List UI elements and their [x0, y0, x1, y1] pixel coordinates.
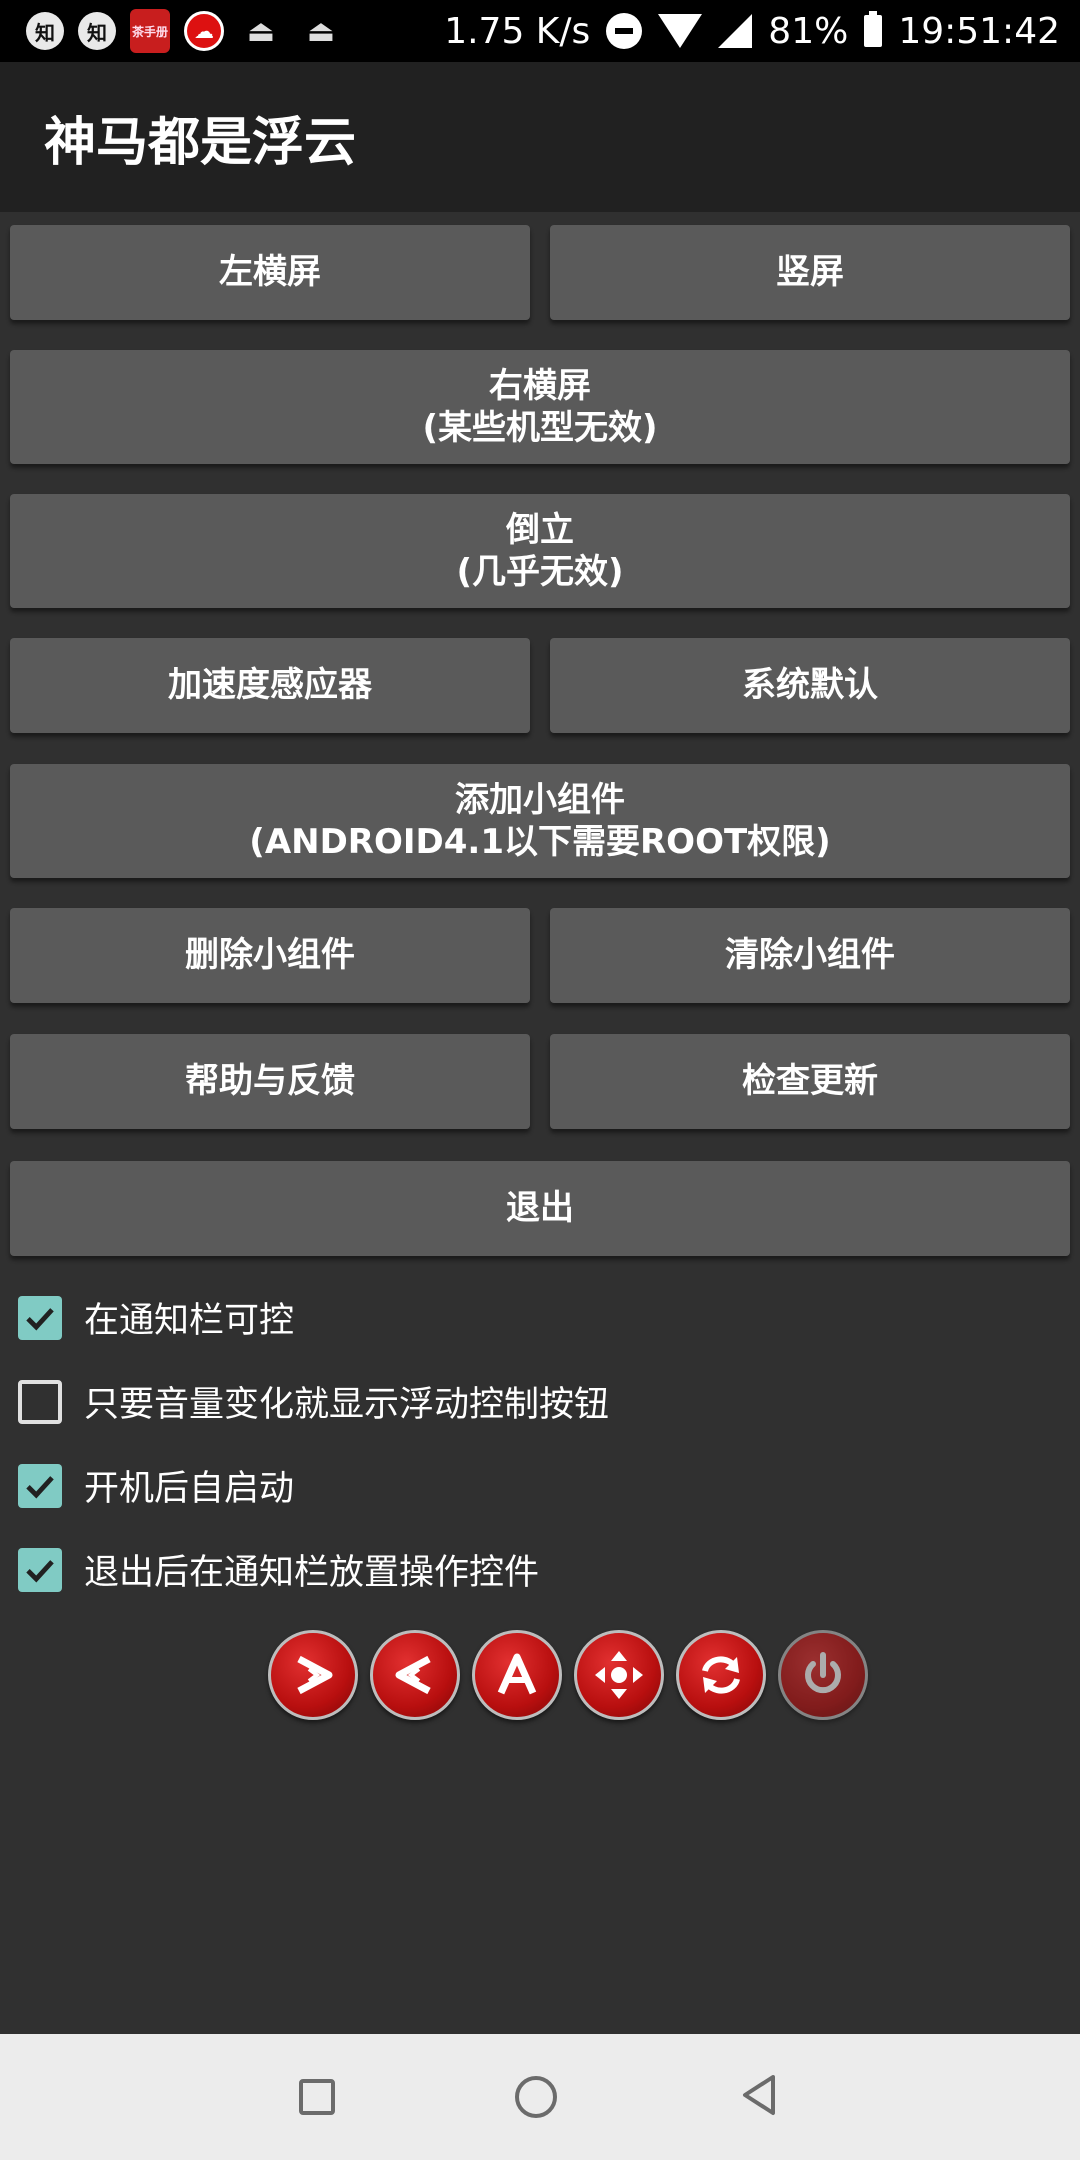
rotate-right-button[interactable]	[370, 1630, 460, 1720]
upload-icon: ⏏	[306, 13, 336, 49]
portrait-button[interactable]: 竖屏	[550, 225, 1070, 320]
battery-icon	[864, 11, 883, 47]
upload-icon: ⏏	[246, 13, 276, 49]
cloud-icon: ☁	[184, 11, 224, 51]
checkbox-label: 退出后在通知栏放置操作控件	[84, 1553, 540, 1593]
checkbox[interactable]	[18, 1463, 62, 1508]
quick-action-row	[268, 1630, 868, 1720]
rotate-left-icon	[297, 1655, 333, 1695]
power-icon	[805, 1652, 841, 1694]
left-landscape-button[interactable]: 左横屏	[10, 225, 530, 320]
checkbox-volume-float[interactable]: 只要音量变化就显示浮动控制按钮	[18, 1376, 609, 1427]
app-bar: 神马都是浮云	[0, 62, 1080, 212]
checkbox-notification-control[interactable]: 在通知栏可控	[18, 1292, 294, 1343]
button-label: 系统默认	[742, 665, 878, 706]
exit-button[interactable]: 退出	[10, 1161, 1070, 1256]
button-label: 删除小组件	[185, 935, 355, 976]
checkbox[interactable]	[18, 1379, 62, 1424]
checkbox-exit-notification[interactable]: 退出后在通知栏放置操作控件	[18, 1544, 539, 1595]
checkbox-label: 只要音量变化就显示浮动控制按钮	[84, 1385, 610, 1425]
notification-icons: 知 知 茶手册 ☁ ⏏ ⏏	[26, 9, 344, 53]
add-widget-button[interactable]: 添加小组件 (ANDROID4.1以下需要ROOT权限)	[10, 764, 1070, 878]
status-bar: 知 知 茶手册 ☁ ⏏ ⏏ 1.75 K/s 81% 19:51:42	[0, 0, 1080, 62]
home-icon[interactable]	[515, 2076, 557, 2118]
auto-rotate-button[interactable]	[472, 1630, 562, 1720]
checkbox-label: 开机后自启动	[84, 1469, 295, 1509]
button-label: 加速度感应器	[168, 665, 372, 706]
delete-widget-button[interactable]: 删除小组件	[10, 908, 530, 1003]
checkmark-icon	[26, 1307, 54, 1330]
app-title: 神马都是浮云	[44, 112, 357, 173]
rotate-right-icon	[395, 1655, 431, 1695]
network-speed: 1.75 K/s	[444, 10, 591, 52]
system-default-button[interactable]: 系统默认	[550, 638, 1070, 733]
power-button[interactable]	[778, 1630, 868, 1720]
zhihu-icon: 知	[78, 12, 116, 50]
zhihu-icon: 知	[26, 12, 64, 50]
button-label: 清除小组件	[725, 935, 895, 976]
clear-widget-button[interactable]: 清除小组件	[550, 908, 1070, 1003]
wifi-icon	[658, 14, 703, 48]
upside-down-button[interactable]: 倒立 (几乎无效)	[10, 494, 1070, 608]
button-label: 竖屏	[776, 252, 844, 293]
button-note: (ANDROID4.1以下需要ROOT权限)	[249, 822, 831, 862]
accelerometer-button[interactable]: 加速度感应器	[10, 638, 530, 733]
button-label: 左横屏	[219, 252, 321, 293]
move-icon	[595, 1651, 643, 1699]
check-update-button[interactable]: 检查更新	[550, 1034, 1070, 1129]
rotate-left-button[interactable]	[268, 1630, 358, 1720]
checkbox-autostart[interactable]: 开机后自启动	[18, 1460, 294, 1511]
clock: 19:51:42	[898, 10, 1060, 52]
checkbox[interactable]	[18, 1547, 62, 1592]
signal-icon	[718, 14, 753, 48]
do-not-disturb-icon	[606, 13, 643, 49]
refresh-icon	[702, 1656, 740, 1694]
checkbox-label: 在通知栏可控	[84, 1301, 295, 1341]
navigation-bar	[0, 2034, 1080, 2160]
button-note: (几乎无效)	[456, 552, 624, 592]
refresh-button[interactable]	[676, 1630, 766, 1720]
help-feedback-button[interactable]: 帮助与反馈	[10, 1034, 530, 1129]
battery-percent: 81%	[768, 10, 849, 52]
move-button[interactable]	[574, 1630, 664, 1720]
checkbox[interactable]	[18, 1295, 62, 1340]
button-label: 检查更新	[742, 1061, 878, 1102]
button-label: 帮助与反馈	[185, 1061, 355, 1102]
right-landscape-button[interactable]: 右横屏 (某些机型无效)	[10, 350, 1070, 464]
checkmark-icon	[26, 1475, 54, 1498]
button-note: (某些机型无效)	[422, 408, 658, 448]
back-icon[interactable]	[737, 2071, 781, 2123]
recents-icon[interactable]	[299, 2079, 335, 2115]
button-label: 添加小组件	[455, 779, 625, 820]
checkmark-icon	[26, 1559, 54, 1582]
button-label: 退出	[506, 1188, 574, 1229]
seal-app-icon: 茶手册	[130, 9, 170, 53]
auto-rotate-icon	[497, 1653, 537, 1695]
button-label: 倒立	[506, 509, 574, 550]
button-label: 右横屏	[489, 365, 591, 406]
